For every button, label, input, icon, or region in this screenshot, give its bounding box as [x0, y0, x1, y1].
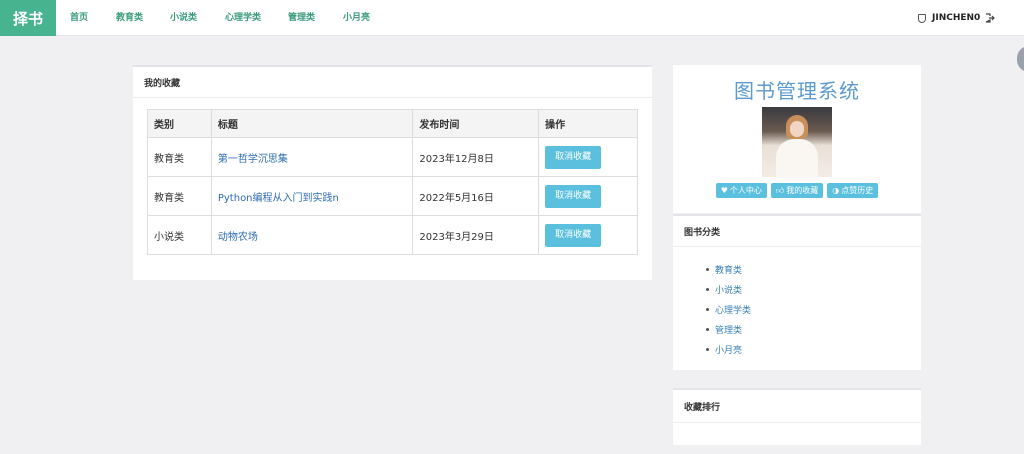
table-row: 教育类 第一哲学沉思集 2023年12月8日 取消收藏 — [147, 137, 638, 177]
row-title-link[interactable]: Python编程从入门到实践n — [218, 193, 339, 204]
nav-item-management[interactable]: 管理类 — [288, 0, 315, 36]
cancel-favorite-button[interactable]: 取消收藏 — [545, 184, 602, 208]
category-item-management[interactable]: 管理类 — [706, 319, 921, 339]
table-row: 小说类 动物农场 2023年3月29日 取消收藏 — [147, 215, 638, 255]
cancel-favorite-button[interactable]: 取消收藏 — [545, 223, 602, 247]
user-menu[interactable]: JINCHEN0 — [918, 0, 980, 36]
row-category: 教育类 — [147, 176, 212, 216]
column-header-action: 操作 — [538, 109, 638, 138]
categories-panel-title: 图书分类 — [673, 216, 921, 247]
favorites-table: 类别 标题 发布时间 操作 教育类 第一哲学沉思集 2023年12月8日 取消收… — [147, 109, 638, 255]
row-date: 2023年3月29日 — [412, 215, 540, 255]
category-list: 教育类 小说类 心理学类 管理类 小月亮 — [673, 247, 921, 359]
row-category: 小说类 — [147, 215, 212, 255]
table-header-row: 类别 标题 发布时间 操作 — [147, 109, 638, 138]
row-category: 教育类 — [147, 137, 212, 177]
ranking-panel: 收藏排行 — [673, 388, 921, 445]
nav-item-novel[interactable]: 小说类 — [170, 0, 197, 36]
favorites-panel-title: 我的收藏 — [133, 67, 652, 98]
half-circle-icon: ◑ — [832, 186, 840, 195]
row-title-link[interactable]: 第一哲学沉思集 — [218, 154, 288, 165]
nav-item-education[interactable]: 教育类 — [116, 0, 143, 36]
category-item-education[interactable]: 教育类 — [706, 259, 921, 279]
logout-icon[interactable] — [985, 13, 995, 23]
like-history-label: 点赞历史 — [841, 186, 874, 195]
column-header-date: 发布时间 — [412, 109, 540, 138]
personal-center-label: 个人中心 — [729, 186, 762, 195]
categories-panel: 图书分类 教育类 小说类 心理学类 管理类 小月亮 — [673, 214, 921, 370]
username: JINCHEN0 — [932, 13, 981, 23]
cancel-favorite-button[interactable]: 取消收藏 — [545, 145, 602, 169]
category-item-xiaoyueliang[interactable]: 小月亮 — [706, 339, 921, 359]
nav-item-psychology[interactable]: 心理学类 — [225, 0, 261, 36]
ranking-panel-title: 收藏排行 — [673, 390, 921, 423]
heart-icon: ♥ — [720, 186, 728, 195]
favorites-panel: 我的收藏 类别 标题 发布时间 操作 教育类 第一哲学沉思集 2023年12月8… — [133, 65, 652, 280]
column-header-category: 类别 — [147, 109, 212, 138]
category-item-novel[interactable]: 小说类 — [706, 279, 921, 299]
like-history-button[interactable]: ◑ 点赞历史 — [827, 183, 879, 198]
my-favorites-label: 我的收藏 — [786, 186, 819, 195]
nav-item-xiaoyueliang[interactable]: 小月亮 — [343, 0, 370, 36]
column-header-title: 标题 — [210, 109, 414, 138]
row-date: 2022年5月16日 — [412, 176, 540, 216]
my-favorites-button[interactable]: 👍︎ 我的收藏 — [770, 183, 824, 198]
category-item-psychology[interactable]: 心理学类 — [706, 299, 921, 319]
table-row: 教育类 Python编程从入门到实践n 2022年5月16日 取消收藏 — [147, 176, 638, 216]
shield-icon — [918, 13, 926, 23]
profile-panel: 图书管理系统 ♥ 个人中心 👍︎ 我的收藏 ◑ 点赞历史 — [673, 65, 921, 213]
nav-item-home[interactable]: 首页 — [70, 0, 88, 36]
personal-center-button[interactable]: ♥ 个人中心 — [715, 183, 767, 198]
row-title-link[interactable]: 动物农场 — [218, 232, 258, 243]
brand-logo[interactable]: 择书 — [0, 0, 56, 36]
profile-button-group: ♥ 个人中心 👍︎ 我的收藏 ◑ 点赞历史 — [673, 183, 921, 198]
top-navbar: 择书 首页 教育类 小说类 心理学类 管理类 小月亮 JINCHEN0 — [0, 0, 1024, 36]
row-date: 2023年12月8日 — [412, 137, 540, 177]
system-title: 图书管理系统 — [734, 79, 860, 103]
thumbs-up-icon: 👍︎ — [775, 185, 785, 195]
avatar — [762, 107, 832, 177]
floating-scroll-button[interactable] — [1017, 46, 1024, 72]
